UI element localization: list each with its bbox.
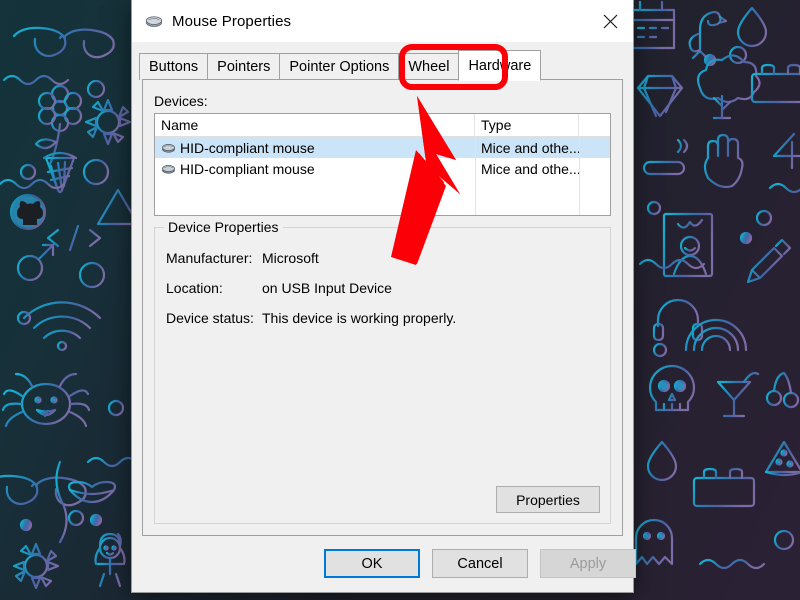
- apply-button: Apply: [540, 549, 636, 578]
- column-divider: [579, 137, 580, 215]
- device-name-text: HID-compliant mouse: [180, 160, 315, 177]
- properties-button[interactable]: Properties: [496, 486, 600, 513]
- column-header-type[interactable]: Type: [475, 114, 579, 136]
- device-properties-group: Device Properties Manufacturer: Microsoft…: [154, 219, 611, 524]
- hardware-tab-panel: Devices: Name Type HID-compliant mouse M…: [142, 79, 623, 536]
- mouse-icon: [162, 165, 175, 174]
- tab-buttons[interactable]: Buttons: [139, 53, 209, 80]
- property-location: Location: on USB Input Device: [166, 280, 392, 296]
- mouse-icon: [162, 144, 175, 153]
- devices-list-header: Name Type: [155, 114, 610, 137]
- property-device-status: Device status: This device is working pro…: [166, 310, 456, 326]
- devices-list[interactable]: Name Type HID-compliant mouse Mice and o…: [154, 113, 611, 216]
- property-value: Microsoft: [262, 250, 319, 266]
- ok-button[interactable]: OK: [324, 549, 420, 578]
- property-label: Device status:: [166, 310, 254, 326]
- device-name-text: HID-compliant mouse: [180, 139, 315, 156]
- cancel-button[interactable]: Cancel: [432, 549, 528, 578]
- device-name-cell: HID-compliant mouse: [155, 161, 475, 177]
- tab-pointer-options[interactable]: Pointer Options: [279, 53, 400, 80]
- property-label: Location:: [166, 280, 223, 296]
- column-header-extra[interactable]: [579, 114, 610, 136]
- column-divider: [475, 137, 476, 215]
- dialog-title: Mouse Properties: [172, 12, 292, 30]
- tab-wheel[interactable]: Wheel: [398, 53, 460, 80]
- dialog-titlebar: Mouse Properties: [132, 0, 633, 42]
- table-row[interactable]: HID-compliant mouse Mice and othe...: [155, 158, 610, 179]
- property-label: Manufacturer:: [166, 250, 253, 266]
- tab-strip: Buttons Pointers Pointer Options Wheel H…: [132, 42, 633, 81]
- tab-hardware[interactable]: Hardware: [458, 50, 542, 81]
- property-value: This device is working properly.: [262, 310, 457, 326]
- close-icon: [603, 14, 618, 28]
- column-header-name[interactable]: Name: [155, 114, 475, 136]
- property-value: on USB Input Device: [262, 280, 392, 296]
- tab-pointers[interactable]: Pointers: [207, 53, 281, 80]
- devices-label: Devices:: [154, 93, 208, 109]
- mouse-properties-dialog: Mouse Properties Buttons Pointers Pointe…: [132, 0, 636, 592]
- device-type-cell: Mice and othe...: [481, 139, 579, 156]
- close-button[interactable]: [588, 0, 633, 42]
- device-type-cell: Mice and othe...: [481, 160, 579, 177]
- device-name-cell: HID-compliant mouse: [155, 140, 475, 156]
- dialog-footer: OK Cancel Apply: [132, 536, 636, 592]
- group-title: Device Properties: [164, 219, 283, 235]
- property-manufacturer: Manufacturer: Microsoft: [166, 250, 319, 266]
- table-row[interactable]: HID-compliant mouse Mice and othe...: [155, 137, 610, 158]
- mouse-icon: [145, 16, 163, 27]
